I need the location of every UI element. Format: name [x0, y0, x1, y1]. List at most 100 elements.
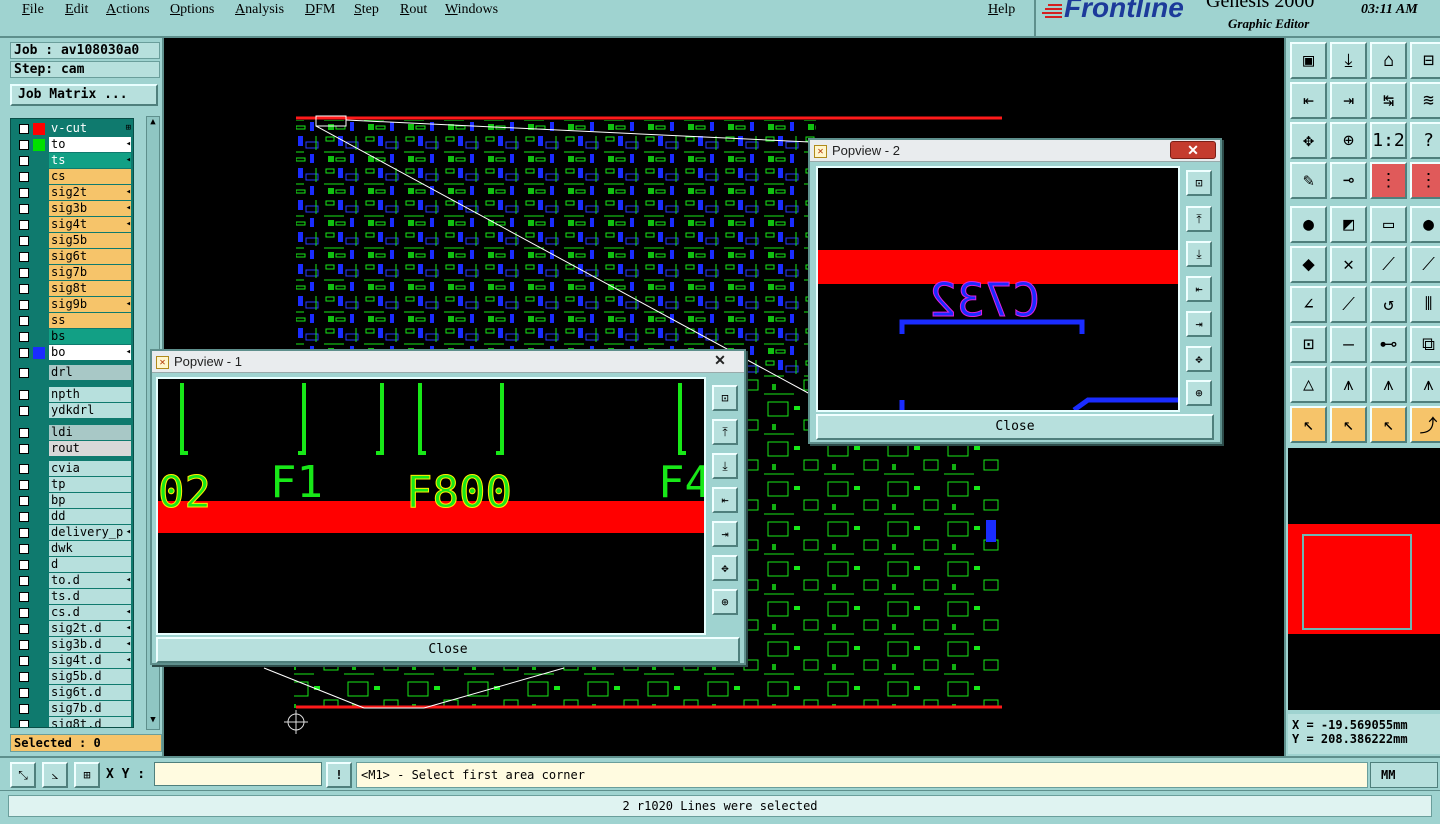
- layer-row-sig5b-d[interactable]: sig5b.d: [11, 669, 133, 685]
- tool-6-0-icon[interactable]: ∠: [1290, 286, 1327, 323]
- layer-checkbox[interactable]: [19, 464, 29, 474]
- tool-9-2-icon[interactable]: ↖: [1370, 406, 1407, 443]
- layer-row-sig7b[interactable]: sig7b: [11, 265, 133, 281]
- layer-arrow-icon[interactable]: ◂: [126, 185, 131, 200]
- layer-checkbox[interactable]: [19, 140, 29, 150]
- layer-row-bs[interactable]: bs: [11, 329, 133, 345]
- layer-arrow-icon[interactable]: ◂: [126, 153, 131, 168]
- scroll-down-icon[interactable]: ▼: [148, 715, 158, 727]
- tool-4-0-icon[interactable]: ●: [1290, 206, 1327, 243]
- tool-1-2-icon[interactable]: ↹: [1370, 82, 1407, 119]
- tool-8-1-icon[interactable]: ⩚: [1330, 366, 1367, 403]
- layer-row-cvia[interactable]: cvia: [11, 461, 133, 477]
- pv2-pan-right-icon[interactable]: ⇥: [1186, 311, 1212, 337]
- tool-4-2-icon[interactable]: ▭: [1370, 206, 1407, 243]
- pv1-pan-up-icon[interactable]: ⤒: [712, 419, 738, 445]
- layer-row-sig6t[interactable]: sig6t: [11, 249, 133, 265]
- layer-row-sig4t[interactable]: sig4t ◂: [11, 217, 133, 233]
- tool-6-2-icon[interactable]: ↺: [1370, 286, 1407, 323]
- layer-checkbox[interactable]: [19, 252, 29, 262]
- layer-checkbox[interactable]: [19, 124, 29, 134]
- layer-checkbox[interactable]: [19, 220, 29, 230]
- layer-row-delivery-p[interactable]: delivery_p ◂: [11, 525, 133, 541]
- tool-3-2-icon[interactable]: ⋮: [1370, 162, 1407, 199]
- layer-row-ts[interactable]: ts ◂: [11, 153, 133, 169]
- tool-1-0-icon[interactable]: ⇤: [1290, 82, 1327, 119]
- pv2-pan-up-icon[interactable]: ⤒: [1186, 206, 1212, 232]
- tool-7-2-icon[interactable]: ⊷: [1370, 326, 1407, 363]
- menu-edit[interactable]: Edit: [65, 2, 88, 18]
- layer-row-drl[interactable]: drl: [11, 365, 133, 381]
- layer-checkbox[interactable]: [19, 512, 29, 522]
- menu-analysis[interactable]: Analysis: [235, 2, 284, 18]
- layer-checkbox[interactable]: [19, 204, 29, 214]
- tool-5-3-icon[interactable]: ⟋: [1410, 246, 1440, 283]
- tool-3-1-icon[interactable]: ⊸: [1330, 162, 1367, 199]
- layer-row-sig9b[interactable]: sig9b ◂: [11, 297, 133, 313]
- layer-checkbox[interactable]: [19, 332, 29, 342]
- tool-9-0-icon[interactable]: ↖: [1290, 406, 1327, 443]
- layer-row-cs[interactable]: cs: [11, 169, 133, 185]
- layer-arrow-icon[interactable]: ◂: [126, 345, 131, 360]
- layer-checkbox[interactable]: [19, 560, 29, 570]
- layer-arrow-icon[interactable]: ◂: [126, 605, 131, 620]
- layer-row-bp[interactable]: bp: [11, 493, 133, 509]
- layer-checkbox[interactable]: [19, 688, 29, 698]
- tool-2-3-icon[interactable]: ?: [1410, 122, 1440, 159]
- layer-arrow-icon[interactable]: ◂: [126, 201, 131, 216]
- zoom-area-icon[interactable]: ⤡: [10, 762, 36, 788]
- layer-row-dd[interactable]: dd: [11, 509, 133, 525]
- layer-row-ldi[interactable]: ldi: [11, 425, 133, 441]
- tool-3-3-icon[interactable]: ⋮: [1410, 162, 1440, 199]
- layer-checkbox[interactable]: [19, 428, 29, 438]
- layer-row-sig2t[interactable]: sig2t ◂: [11, 185, 133, 201]
- tool-2-0-icon[interactable]: ✥: [1290, 122, 1327, 159]
- popview-1-titlebar[interactable]: ✕ Popview - 1 ✕: [152, 351, 744, 373]
- layer-arrow-icon[interactable]: ◂: [126, 137, 131, 152]
- tool-4-3-icon[interactable]: ●: [1410, 206, 1440, 243]
- layer-checkbox[interactable]: [19, 316, 29, 326]
- layer-row-rout[interactable]: rout: [11, 441, 133, 457]
- xy-input[interactable]: [154, 762, 322, 786]
- pv2-zoom-fit-icon[interactable]: ⊡: [1186, 170, 1212, 196]
- layer-checkbox[interactable]: [19, 544, 29, 554]
- layer-row-d[interactable]: d: [11, 557, 133, 573]
- layer-checkbox[interactable]: [19, 672, 29, 682]
- layer-checkbox[interactable]: [19, 268, 29, 278]
- pv2-pan-down-icon[interactable]: ⤓: [1186, 241, 1212, 267]
- layer-row-sig3b-d[interactable]: sig3b.d ◂: [11, 637, 133, 653]
- layer-row-npth[interactable]: npth: [11, 387, 133, 403]
- layer-checkbox[interactable]: [19, 348, 29, 358]
- layer-row-sig3b[interactable]: sig3b ◂: [11, 201, 133, 217]
- popview-2-close-button[interactable]: Close: [816, 414, 1214, 440]
- layer-row-sig6t-d[interactable]: sig6t.d: [11, 685, 133, 701]
- layer-checkbox[interactable]: [19, 480, 29, 490]
- tool-9-3-icon[interactable]: ⤴: [1410, 406, 1440, 443]
- tool-2-2-icon[interactable]: 1:2: [1370, 122, 1407, 159]
- pv2-pan-left-icon[interactable]: ⇤: [1186, 276, 1212, 302]
- popview-1-close-button[interactable]: Close: [156, 637, 740, 663]
- popview-2-view[interactable]: C732: [816, 166, 1180, 412]
- layer-checkbox[interactable]: [19, 406, 29, 416]
- scroll-up-icon[interactable]: ▲: [148, 117, 158, 129]
- layer-row-sig5b[interactable]: sig5b: [11, 233, 133, 249]
- pv1-zoom-out-icon[interactable]: ⊕: [712, 589, 738, 615]
- tool-4-1-icon[interactable]: ◩: [1330, 206, 1367, 243]
- layer-arrow-icon[interactable]: ◂: [126, 621, 131, 636]
- layer-arrow-icon[interactable]: ◂: [126, 297, 131, 312]
- layer-checkbox[interactable]: [19, 720, 29, 727]
- tool-0-2-icon[interactable]: ⌂: [1370, 42, 1407, 79]
- tool-6-1-icon[interactable]: ⟋: [1330, 286, 1367, 323]
- tool-8-2-icon[interactable]: ⩚: [1370, 366, 1407, 403]
- layer-row-v-cut[interactable]: v-cut ⊞: [11, 121, 133, 137]
- layer-row-ydkdrl[interactable]: ydkdrl: [11, 403, 133, 419]
- menu-file[interactable]: File: [22, 2, 44, 18]
- tool-0-1-icon[interactable]: ⤓: [1330, 42, 1367, 79]
- layer-row-to-d[interactable]: to.d ◂: [11, 573, 133, 589]
- tool-9-1-icon[interactable]: ↖: [1330, 406, 1367, 443]
- overview-panel[interactable]: [1288, 448, 1440, 710]
- tool-7-1-icon[interactable]: —: [1330, 326, 1367, 363]
- layer-checkbox[interactable]: [19, 528, 29, 538]
- layer-arrow-icon[interactable]: ◂: [126, 637, 131, 652]
- layer-checkbox[interactable]: [19, 156, 29, 166]
